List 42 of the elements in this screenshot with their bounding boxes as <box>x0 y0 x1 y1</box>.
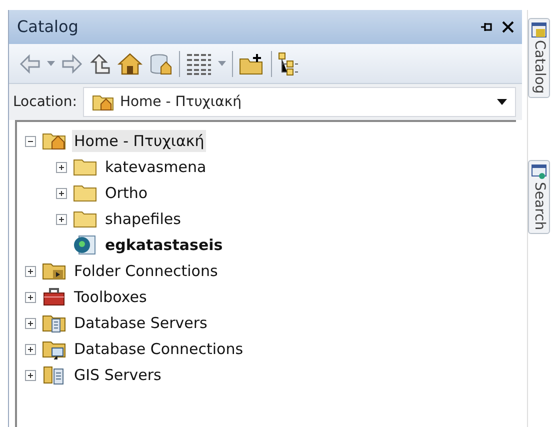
panel-title: Catalog <box>17 16 78 38</box>
back-arrow-icon[interactable] <box>19 54 41 74</box>
tree-item[interactable]: Folder Connections <box>72 260 220 282</box>
home-icon[interactable] <box>117 52 143 76</box>
map-document-icon <box>73 234 97 256</box>
dropdown-caret-icon[interactable] <box>47 60 55 66</box>
tree-item[interactable]: Database Servers <box>72 312 210 334</box>
expand-icon[interactable] <box>56 214 67 224</box>
dropdown-caret-icon[interactable] <box>218 60 226 66</box>
catalog-icon <box>531 22 547 38</box>
tree-item[interactable]: Ortho <box>103 182 150 204</box>
expand-icon[interactable] <box>25 344 36 354</box>
close-icon[interactable] <box>502 21 514 33</box>
list-view-icon[interactable] <box>186 52 212 76</box>
expand-icon[interactable] <box>25 318 36 328</box>
search-window-icon <box>531 164 547 180</box>
caret-icon <box>497 98 507 106</box>
database-home-icon[interactable] <box>149 52 173 76</box>
new-folder-icon[interactable] <box>239 52 265 74</box>
toolbox-icon <box>42 286 66 308</box>
location-label: Location: <box>13 92 77 112</box>
home-folder-icon <box>92 93 114 111</box>
forward-arrow-icon[interactable] <box>61 54 83 74</box>
expand-icon[interactable] <box>56 162 67 172</box>
pin-icon[interactable] <box>480 21 492 33</box>
side-tab[interactable]: Search <box>528 160 550 234</box>
tree-item[interactable]: Database Connections <box>72 338 246 360</box>
expand-icon[interactable] <box>56 188 67 198</box>
expand-icon[interactable] <box>25 292 36 302</box>
expand-icon[interactable] <box>25 266 36 276</box>
up-level-icon[interactable] <box>89 52 111 74</box>
location-dropdown[interactable]: Home - Πτυχιακή <box>82 87 516 117</box>
tree-item[interactable]: katevasmena <box>103 156 208 178</box>
expand-icon[interactable] <box>25 370 36 380</box>
tree-item[interactable]: egkatastaseis <box>103 234 225 256</box>
side-tab[interactable]: Catalog <box>528 18 550 98</box>
tree-item[interactable]: GIS Servers <box>72 364 164 386</box>
collapse-icon[interactable] <box>25 136 36 146</box>
tree-item[interactable]: Home - Πτυχιακή <box>72 130 206 152</box>
gis-server-icon <box>42 364 66 386</box>
tree-item[interactable]: Toolboxes <box>72 286 149 308</box>
tree-item[interactable]: shapefiles <box>103 208 183 230</box>
